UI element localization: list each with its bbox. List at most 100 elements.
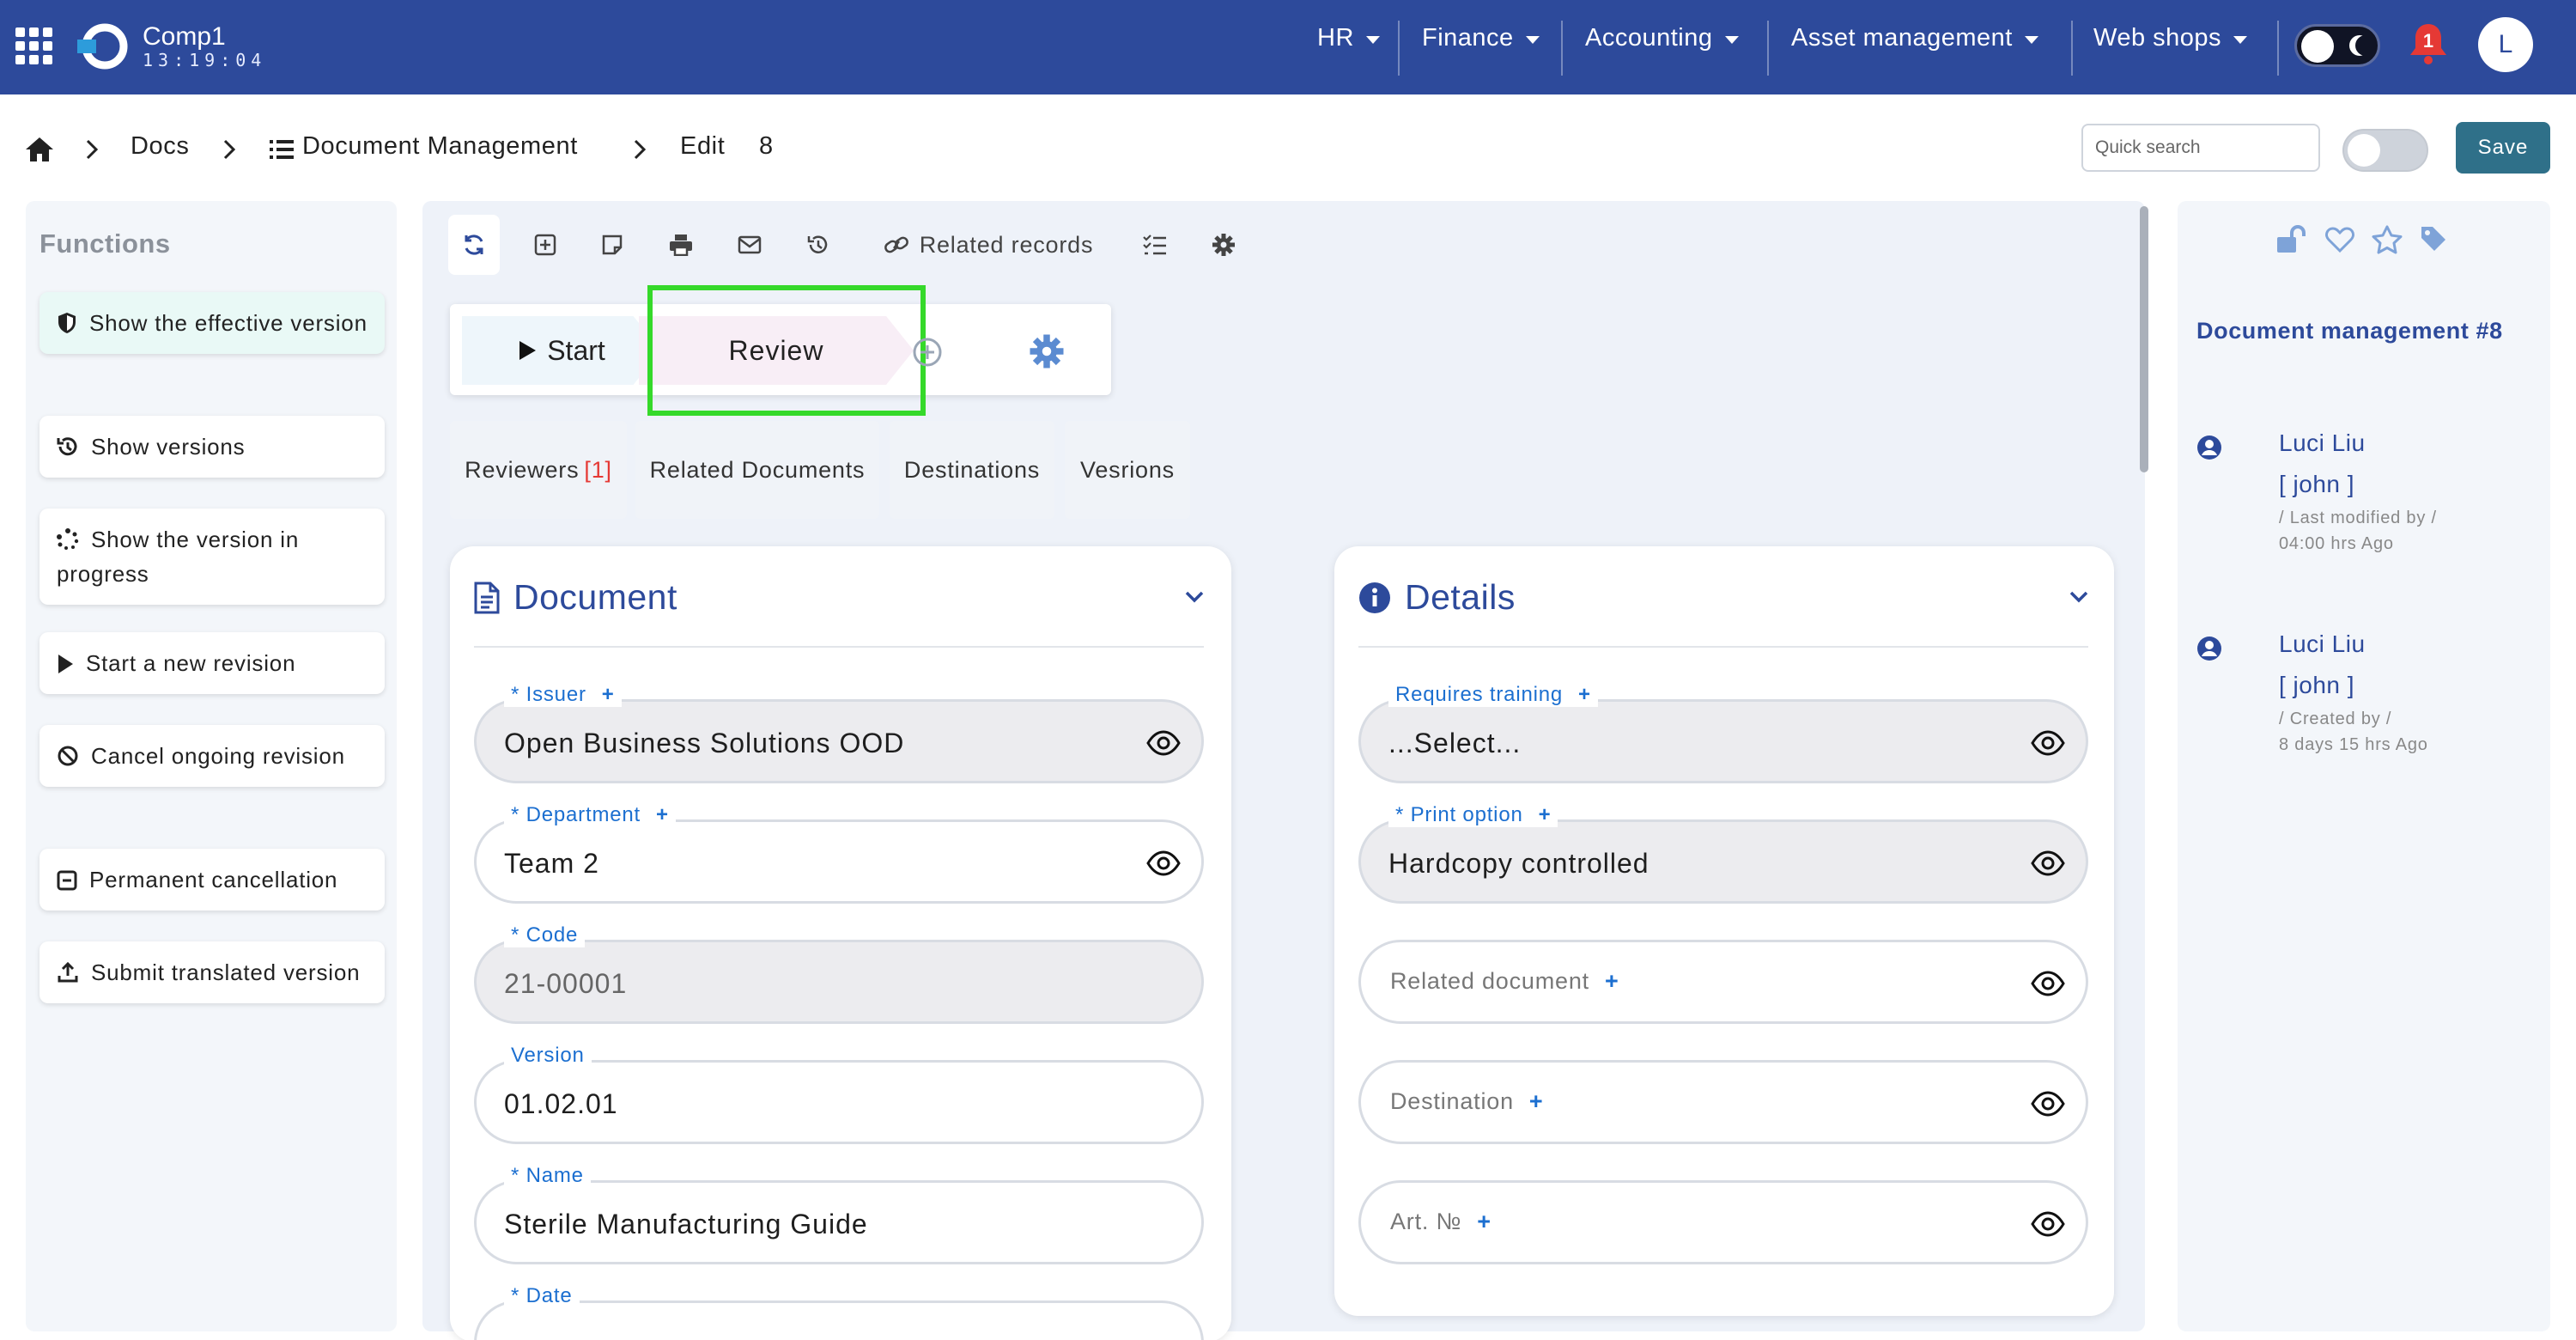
workflow-step-start[interactable]: Start [462,316,661,385]
menu-accounting[interactable]: Accounting [1585,24,1739,52]
apps-grid-icon[interactable] [15,27,53,65]
tab-label: Reviewers [465,456,580,483]
activity-username[interactable]: [ john ] [2279,672,2354,699]
chevron-right-icon [634,139,646,160]
related-records-button[interactable]: Related records [872,215,1104,275]
tab-versions[interactable]: Vesrions [1065,421,1190,519]
tab-destinations[interactable]: Destinations [890,421,1054,519]
note-button[interactable] [591,215,634,275]
function-show-versions[interactable]: Show versions [39,416,385,478]
company-name: Comp1 [143,22,226,51]
page-toggle[interactable] [2342,129,2428,172]
chevron-down-icon[interactable] [2069,591,2088,603]
menu-divider [2071,21,2073,76]
function-submit-translated-version[interactable]: Submit translated version [39,941,385,1003]
document-panel-header[interactable]: Document [474,577,677,618]
activity-username[interactable]: [ john ] [2279,471,2354,498]
home-icon[interactable] [24,136,55,163]
email-button[interactable] [728,215,771,275]
code-field[interactable]: * Code 21-00001 [474,923,1204,1024]
heart-icon[interactable] [2325,227,2354,253]
date-field[interactable]: * Date [474,1284,1204,1340]
shield-icon [57,312,77,334]
label-text: Requires training [1395,683,1564,706]
plus-icon[interactable]: + [1529,1088,1544,1114]
functions-panel: Functions Show the effective version Sho… [26,201,397,1331]
scrollbar[interactable] [2140,206,2148,472]
breadcrumb-module[interactable]: Document Management [302,132,578,161]
add-step-icon[interactable] [912,337,943,368]
eye-icon[interactable] [2031,726,2065,760]
moon-icon [2355,35,2376,56]
name-field[interactable]: * Name Sterile Manufacturing Guide [474,1164,1204,1264]
plus-icon[interactable]: + [1578,683,1591,706]
plus-icon[interactable]: + [1539,803,1552,826]
settings-button[interactable] [1202,215,1245,275]
menu-web-shops[interactable]: Web shops [2093,24,2248,52]
dark-mode-toggle[interactable] [2294,24,2380,67]
function-cancel-ongoing-revision[interactable]: Cancel ongoing revision [39,725,385,787]
function-permanent-cancellation[interactable]: Permanent cancellation [39,849,385,911]
function-start-new-revision[interactable]: Start a new revision [39,632,385,694]
eye-icon[interactable] [1146,846,1181,880]
menu-divider [1767,21,1769,76]
save-button[interactable]: Save [2456,122,2550,174]
tab-related-documents[interactable]: Related Documents [635,421,879,519]
issuer-field[interactable]: * Issuer + Open Business Solutions OOD [474,683,1204,783]
plus-icon[interactable]: + [1477,1209,1492,1234]
quick-search-input[interactable] [2081,124,2320,172]
plus-square-icon [534,234,556,256]
tag-icon[interactable] [2420,225,2447,253]
star-icon[interactable] [2372,225,2403,254]
department-field[interactable]: * Department + Team 2 [474,803,1204,904]
menu-label: Accounting [1585,24,1713,52]
app-logo-icon[interactable] [77,21,129,72]
function-show-effective-version[interactable]: Show the effective version [39,292,385,354]
workflow-settings-icon[interactable] [1029,333,1065,369]
destination-select[interactable]: Destination + [1358,1060,2088,1144]
user-avatar[interactable]: L [2478,17,2533,72]
activity-user-name[interactable]: Luci Liu [2279,429,2366,457]
user-circle-icon [2196,435,2222,460]
new-record-button[interactable] [524,215,567,275]
activity-action: / Created by / [2279,710,2392,728]
plus-icon[interactable]: + [1605,968,1619,994]
eye-icon[interactable] [1146,726,1181,760]
requires-training-select[interactable]: Requires training + ...Select... [1358,683,2088,783]
function-label: Show the version in progress [57,527,300,587]
plus-icon[interactable]: + [602,683,615,706]
record-id: 8 [759,132,774,160]
menu-hr[interactable]: HR [1317,24,1380,52]
function-show-version-in-progress[interactable]: Show the version in progress [39,509,385,605]
eye-icon[interactable] [2031,846,2065,880]
plus-icon[interactable]: + [656,803,669,826]
menu-finance[interactable]: Finance [1422,24,1540,52]
name-label: * Name [504,1164,591,1188]
chevron-down-icon[interactable] [1185,591,1204,603]
checklist-button[interactable] [1133,215,1176,275]
print-option-select[interactable]: * Print option + Hardcopy controlled [1358,803,2088,904]
details-panel-header[interactable]: Details [1358,577,1516,618]
label-text: * Print option [1395,803,1523,826]
details-panel: Details Requires training + ...Select... … [1334,546,2114,1316]
tab-reviewers[interactable]: Reviewers [1] [450,421,627,519]
version-field[interactable]: Version 01.02.01 [474,1044,1204,1144]
function-label: Submit translated version [91,959,361,985]
panel-title: Details [1405,577,1516,617]
history-button[interactable] [797,215,840,275]
art-no-select[interactable]: Art. № + [1358,1180,2088,1264]
eye-icon[interactable] [2031,966,2065,1001]
unlock-icon[interactable] [2275,225,2308,254]
eye-icon[interactable] [2031,1087,2065,1121]
related-document-select[interactable]: Related document + [1358,940,2088,1024]
chevron-right-icon [86,139,98,160]
refresh-button[interactable] [448,215,500,275]
caret-down-icon [2024,36,2038,44]
caret-down-icon [1365,36,1380,44]
print-button[interactable] [659,215,702,275]
eye-icon[interactable] [2031,1207,2065,1241]
breadcrumb-docs[interactable]: Docs [131,132,189,161]
activity-user-name[interactable]: Luci Liu [2279,630,2366,658]
menu-asset-management[interactable]: Asset management [1791,24,2038,52]
refresh-icon [462,233,486,257]
